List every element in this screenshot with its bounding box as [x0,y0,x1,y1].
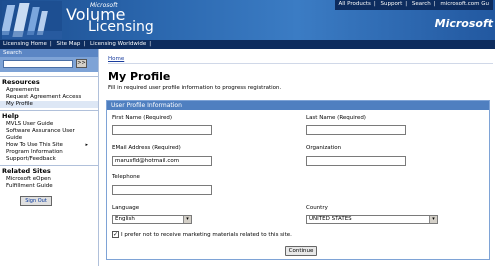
search-go-button[interactable]: >> [76,59,87,68]
search-input[interactable] [3,60,73,68]
sidebar-search-label: Search [0,49,98,57]
sidebar-item-microsoft-eopen[interactable]: Microsoft eOpen [0,176,98,183]
panel-title: User Profile Information [107,101,489,110]
sidebar-item-support-feedback[interactable]: Support/Feedback [0,156,98,163]
sidebar-item-program-information[interactable]: Program Information [0,149,98,156]
sidebar-section-resources: Resources [0,76,98,87]
sign-out-button[interactable]: Sign Out [20,196,52,206]
logo-licensing-text: Licensing [88,19,154,35]
sidebar-item-fulfillment-guide[interactable]: Fulfillment Guide [0,183,98,190]
nav-licensing-worldwide[interactable]: Licensing Worldwide [90,41,146,47]
language-select-value: English [115,216,135,222]
volume-licensing-logo-art [2,1,62,39]
sidebar-section-help: Help [0,110,98,121]
page-description: Fill in required user profile informatio… [108,85,282,91]
sidebar-item-mvls-user-guide[interactable]: MVLS User Guide [0,121,98,128]
nav-site-map[interactable]: Site Map [56,41,80,47]
sidebar-item-how-to-use[interactable]: How To Use This Site ▸ [0,142,98,149]
sidebar: Search >> Resources Agreements Request A… [0,49,99,266]
top-link-support[interactable]: Support [380,1,402,7]
continue-button[interactable]: Continue [285,246,317,256]
first-name-field[interactable] [112,125,212,135]
country-select[interactable]: UNITED STATES ▾ [306,215,438,224]
sidebar-item-request-agreement-access[interactable]: Request Agreement Access [0,94,98,101]
language-select[interactable]: English ▾ [112,215,192,224]
language-label: Language [112,205,140,211]
top-link-all-products[interactable]: All Products [339,1,371,7]
email-label: EMail Address (Required) [112,145,181,151]
site-header: Microsoft Volume Licensing All Products |… [0,0,495,40]
top-link-microsoft-com[interactable]: microsoft.com Gu [440,1,489,7]
sidebar-item-agreements[interactable]: Agreements [0,87,98,94]
sidebar-search-box: >> [0,57,98,72]
nav-licensing-home[interactable]: Licensing Home [3,41,47,47]
chevron-down-icon: ▾ [429,216,437,223]
sidebar-item-sa-user-guide[interactable]: Software Assurance User Guide [0,128,98,142]
country-select-value: UNITED STATES [309,216,352,222]
marketing-optout-label: I prefer not to receive marketing materi… [121,232,292,238]
top-links: All Products | Support | Search | microsoft… [334,0,493,10]
chevron-right-icon: ▸ [85,142,88,148]
last-name-field[interactable] [306,125,406,135]
microsoft-brand: Microsoft [434,17,493,30]
sidebar-section-related-sites: Related Sites [0,165,98,176]
top-link-search[interactable]: Search [412,1,431,7]
sidebar-item-how-to-use-label: How To Use This Site [6,142,63,148]
telephone-field[interactable] [112,185,212,195]
chevron-down-icon: ▾ [183,216,191,223]
breadcrumb-divider [108,63,493,64]
page-title: My Profile [108,70,171,83]
marketing-optout-checkbox[interactable]: ✓ [112,231,119,238]
country-label: Country [306,205,328,211]
organization-label: Organization [306,145,342,151]
telephone-label: Telephone [112,174,140,180]
email-field[interactable]: marusfld@hotmail.com [112,156,212,166]
nav-bar: Licensing Home | Site Map | Licensing Worl… [0,40,495,49]
main-content: Home My Profile Fill in required user pr… [100,49,495,266]
last-name-label: Last Name (Required) [306,115,366,121]
first-name-label: First Name (Required) [112,115,173,121]
sidebar-item-my-profile[interactable]: My Profile [0,101,98,108]
breadcrumb-home[interactable]: Home [108,56,124,62]
organization-field[interactable] [306,156,406,166]
user-profile-panel: User Profile Information First Name (Req… [106,100,490,260]
